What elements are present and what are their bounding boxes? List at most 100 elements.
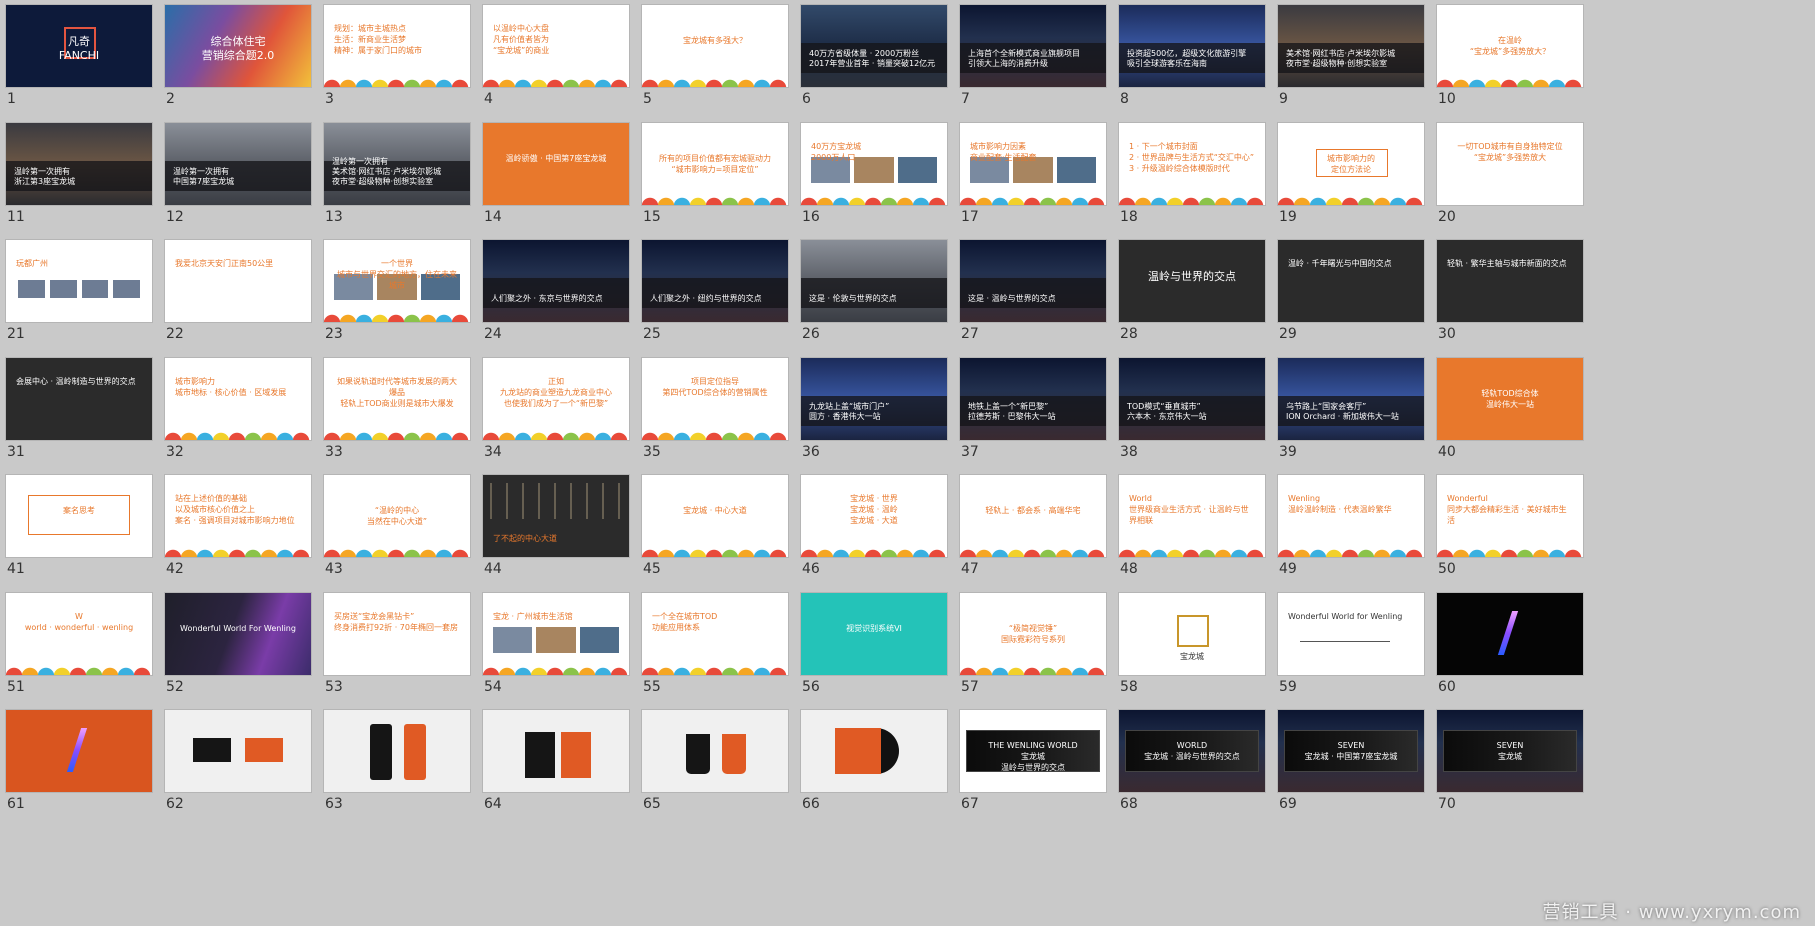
slide-number: 50	[1438, 561, 1456, 577]
slide-preview[interactable]: 人们聚之外 · 纽约与世界的交点	[641, 239, 789, 323]
slide-preview[interactable]	[1436, 592, 1584, 676]
slide-preview[interactable]: 凡奇 FANCHI	[5, 4, 153, 88]
slide-preview[interactable]: 买房送“宝龙会黑钻卡” 终身消费打92折 · 70年椭回一套房	[323, 592, 471, 676]
slide-preview[interactable]	[641, 709, 789, 793]
slide-preview[interactable]: 1 · 下一个城市封面 2 · 世界品牌与生活方式“交汇中心” 3 · 升级温岭…	[1118, 122, 1266, 206]
slide-number: 29	[1279, 326, 1297, 342]
slide-text: 综合体住宅 营销综合题2.0	[201, 35, 275, 62]
business-card-orange	[245, 738, 283, 762]
slide-preview[interactable]: 我爱北京天安门正南50公里	[164, 239, 312, 323]
slide-preview[interactable]: 以温岭中心大盘 凡有价值者皆为 “宝龙城”的商业	[482, 4, 630, 88]
slide-preview[interactable]: 40万方宝龙城 2000万人口	[800, 122, 948, 206]
slide-preview[interactable]: 九龙站上盖“城市门户” 圆方 · 香港伟大一站	[800, 357, 948, 441]
slide-preview[interactable]	[482, 709, 630, 793]
slide-preview[interactable]: 地铁上盖一个“新巴黎” 拉德芳斯 · 巴黎伟大一站	[959, 357, 1107, 441]
slide-preview[interactable]: 城市影响力 城市地标 · 核心价值 · 区域发展	[164, 357, 312, 441]
slide-number: 11	[7, 209, 25, 225]
slide-text: 如果说轨道时代等城市发展的两大爆品 轻轨上TOD商业则是城市大爆发	[337, 377, 457, 408]
slide-number: 58	[1120, 679, 1138, 695]
slide-preview[interactable]: 宝龙城有多强大？	[641, 4, 789, 88]
slide-preview[interactable]: Wenling 温岭温岭制造 · 代表温岭繁华	[1277, 474, 1425, 558]
slide-number: 22	[166, 326, 184, 342]
slide-preview[interactable]: 温岭第一次拥有 浙江第3座宝龙城	[5, 122, 153, 206]
slide-preview[interactable]: 温岭骄傲 · 中国第7座宝龙城	[482, 122, 630, 206]
slide-preview[interactable]: 温岭 · 千年曙光与中国的交点	[1277, 239, 1425, 323]
rainbow-arcs-decoration	[960, 194, 1106, 205]
slide-preview[interactable]: 综合体住宅 营销综合题2.0	[164, 4, 312, 88]
slide-preview[interactable]: 轻轨TOD综合体 温岭伟大一站	[1436, 357, 1584, 441]
slide-preview[interactable]: WORLD 宝龙城 · 温岭与世界的交点	[1118, 709, 1266, 793]
slide-preview[interactable]: “极简视觉锤” 国际霓彩符号系列	[959, 592, 1107, 676]
slide-preview[interactable]: Wonderful World For Wenling	[164, 592, 312, 676]
slide-number: 57	[961, 679, 979, 695]
slide-text: 以温岭中心大盘 凡有价值者皆为 “宝龙城”的商业	[493, 24, 550, 55]
slide-preview[interactable]: 宝龙城	[1118, 592, 1266, 676]
slide-preview[interactable]	[5, 709, 153, 793]
slide-preview[interactable]: SEVEN 宝龙城 · 中国第7座宝龙城	[1277, 709, 1425, 793]
slide-preview[interactable]	[800, 709, 948, 793]
slide-preview[interactable]: SEVEN 宝龙城	[1436, 709, 1584, 793]
slide-number: 16	[802, 209, 820, 225]
slide-preview[interactable]: 项目定位指导 第四代TOD综合体的营销属性	[641, 357, 789, 441]
slide-preview[interactable]: 一个世界 城市与世界交汇的地方，住在未来城市	[323, 239, 471, 323]
slide-preview[interactable]: 宝龙城 · 世界 宝龙城 · 温岭 宝龙城 · 大道	[800, 474, 948, 558]
slide-preview[interactable]: 规划：城市主城热点 生活：新商业生活梦 精神：属于家门口的城市	[323, 4, 471, 88]
slide-preview[interactable]: 一个全在城市TOD 功能应用体系	[641, 592, 789, 676]
slide-preview[interactable]: 玩都广州	[5, 239, 153, 323]
slide-preview[interactable]: 投资超500亿，超级文化旅游引擎 吸引全球游客乐在海南	[1118, 4, 1266, 88]
slide-preview[interactable]: W world · wonderful · wenling	[5, 592, 153, 676]
slide-preview[interactable]: 会展中心 · 温岭制造与世界的交点	[5, 357, 153, 441]
slide-preview[interactable]: 温岭与世界的交点	[1118, 239, 1266, 323]
slide-preview[interactable]: 温岭第一次拥有 中国第7座宝龙城	[164, 122, 312, 206]
slide-preview[interactable]: 温岭第一次拥有 美术馆·网红书店·卢米埃尔影城 夜市堂·超级物种·创想实验室	[323, 122, 471, 206]
slide-text: 这是 · 温岭与世界的交点	[968, 294, 1056, 303]
rainbow-arcs-decoration	[165, 546, 311, 557]
slide-preview[interactable]	[323, 709, 471, 793]
slide-text: 温岭第一次拥有 美术馆·网红书店·卢米埃尔影城 夜市堂·超级物种·创想实验室	[332, 157, 442, 186]
slide-preview[interactable]: 站在上述价值的基础 以及城市核心价值之上 案名 · 强调项目对城市影响力地位	[164, 474, 312, 558]
phone-case-orange	[404, 724, 426, 780]
slide-preview[interactable]: THE WENLING WORLD 宝龙城 温岭与世界的交点	[959, 709, 1107, 793]
slide-preview[interactable]	[164, 709, 312, 793]
slide-preview[interactable]: 宝龙城 · 中心大道	[641, 474, 789, 558]
rainbow-arcs-decoration	[324, 311, 470, 322]
slide-number: 17	[961, 209, 979, 225]
slide-number: 32	[166, 444, 184, 460]
slide-number: 28	[1120, 326, 1138, 342]
slide-preview[interactable]: 如果说轨道时代等城市发展的两大爆品 轻轨上TOD商业则是城市大爆发	[323, 357, 471, 441]
slide-preview[interactable]: 这是 · 伦敦与世界的交点	[800, 239, 948, 323]
slide-number: 60	[1438, 679, 1456, 695]
slide-text: 在温岭 “宝龙城”多强势放大？	[1469, 36, 1551, 56]
slide-preview[interactable]: “温岭的中心 当然在中心大道”	[323, 474, 471, 558]
slide-number: 54	[484, 679, 502, 695]
slide-preview[interactable]: 这是 · 温岭与世界的交点	[959, 239, 1107, 323]
slide-preview[interactable]: TOD模式“垂直城市” 六本木 · 东京伟大一站	[1118, 357, 1266, 441]
slide-number: 20	[1438, 209, 1456, 225]
slide-preview[interactable]: 案名思考	[5, 474, 153, 558]
slide-preview[interactable]: 了不起的中心大道	[482, 474, 630, 558]
slide-preview[interactable]: 城市影响力的 定位方法论	[1277, 122, 1425, 206]
slide-preview[interactable]: 正如 九龙站的商业塑造九龙商业中心 也使我们成为了一个“新巴黎”	[482, 357, 630, 441]
slide-preview[interactable]: 一切TOD城市有自身独特定位 “宝龙城”多强势放大	[1436, 122, 1584, 206]
slide-preview[interactable]: 上海首个全新模式商业旗舰项目 引领大上海的消费升级	[959, 4, 1107, 88]
slide-preview[interactable]: Wonderful World for Wenling	[1277, 592, 1425, 676]
slide-preview[interactable]: 轻轨 · 繁华主轴与城市新面的交点	[1436, 239, 1584, 323]
slide-preview[interactable]: 轻轨上 · 都会系 · 高端华宅	[959, 474, 1107, 558]
slide-number: 70	[1438, 796, 1456, 812]
slide-preview[interactable]: World 世界级商业生活方式 · 让温岭与世界相联	[1118, 474, 1266, 558]
slide-preview[interactable]: 乌节路上“国家会客厅” ION Orchard · 新加坡伟大一站	[1277, 357, 1425, 441]
slide-preview[interactable]: 在温岭 “宝龙城”多强势放大？	[1436, 4, 1584, 88]
slide-number: 8	[1120, 91, 1129, 107]
slide-preview[interactable]: 宝龙 · 广州城市生活馆	[482, 592, 630, 676]
slide-number: 3	[325, 91, 334, 107]
slide-text: 城市影响力 城市地标 · 核心价值 · 区域发展	[175, 377, 287, 397]
slide-preview[interactable]: 所有的项目价值都有宏城驱动力 “城市影响力=项目定位”	[641, 122, 789, 206]
slide-preview[interactable]: 人们聚之外 · 东京与世界的交点	[482, 239, 630, 323]
slide-preview[interactable]: 40万方省级体量 · 2000万粉丝 2017年营业首年 · 销量突破12亿元	[800, 4, 948, 88]
slide-number: 55	[643, 679, 661, 695]
slide-number: 13	[325, 209, 343, 225]
slide-preview[interactable]: 城市影响力因素 商业配套·生活配套	[959, 122, 1107, 206]
slide-preview[interactable]: 视觉识别系统VI	[800, 592, 948, 676]
slide-preview[interactable]: 美术馆·网红书店·卢米埃尔影城 夜市堂·超级物种·创想实验室	[1277, 4, 1425, 88]
slide-preview[interactable]: Wonderful 同步大都会精彩生活 · 美好城市生活	[1436, 474, 1584, 558]
